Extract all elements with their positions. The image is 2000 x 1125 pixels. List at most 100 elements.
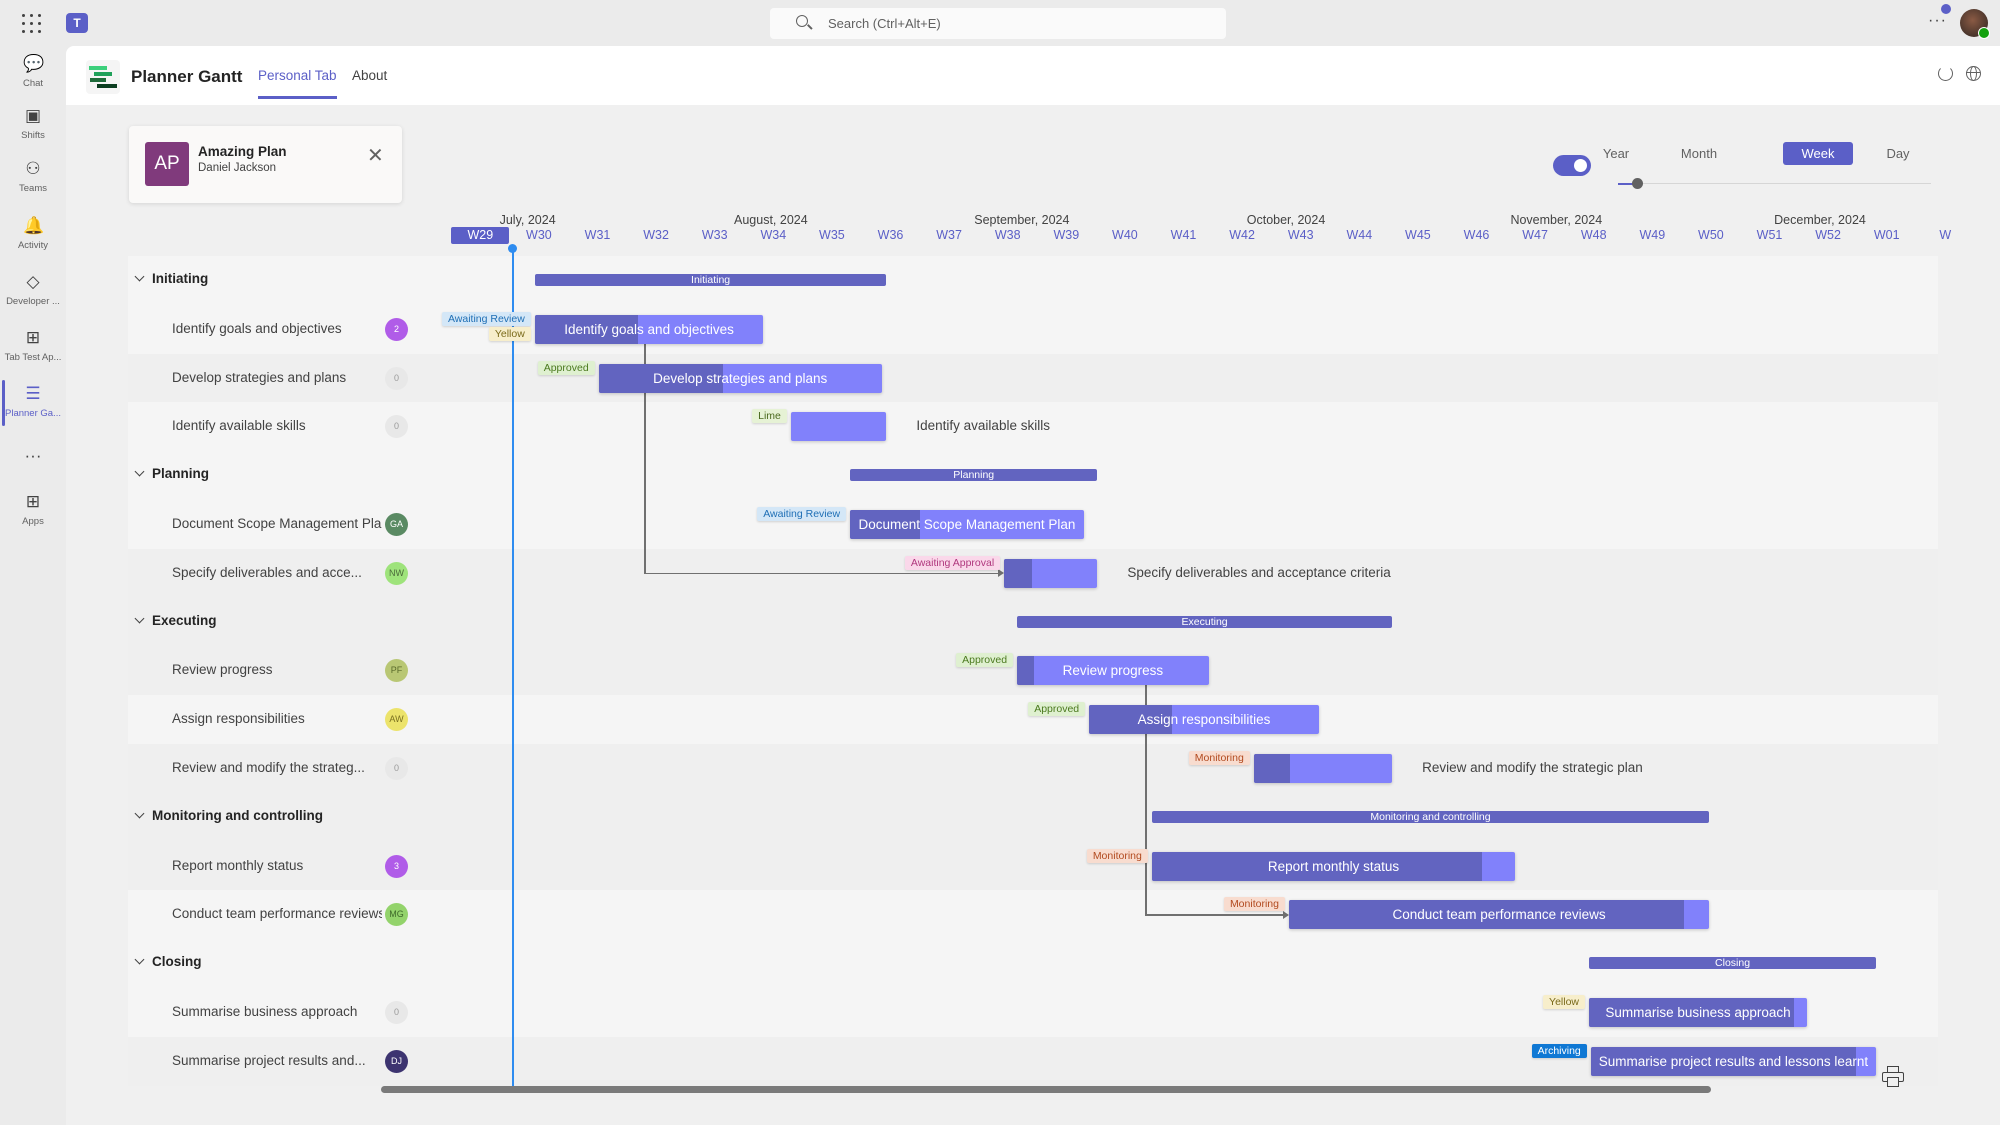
task-bar[interactable]: Assign responsibilities bbox=[1089, 705, 1319, 735]
week-label[interactable]: W45 bbox=[1389, 227, 1447, 244]
rail-item-apps[interactable]: ⊞ Apps bbox=[0, 492, 66, 527]
week-label[interactable]: W01 bbox=[1858, 227, 1916, 244]
rail-item-tab-test-ap[interactable]: ⊞ Tab Test Ap... bbox=[0, 328, 66, 363]
week-label[interactable]: W31 bbox=[569, 227, 627, 244]
user-avatar[interactable] bbox=[1960, 9, 1990, 39]
week-label[interactable]: W48 bbox=[1565, 227, 1623, 244]
assignee-count-badge[interactable]: 0 bbox=[385, 366, 408, 390]
task-bar[interactable]: Summarise project results and lessons le… bbox=[1590, 1046, 1877, 1076]
search-input[interactable]: Search (Ctrl+Alt+E) bbox=[770, 8, 1226, 39]
assignee-count-badge[interactable]: 0 bbox=[385, 1001, 408, 1024]
assignee-avatar[interactable]: DJ bbox=[385, 1049, 408, 1073]
summary-bar[interactable]: Initiating bbox=[534, 274, 887, 286]
week-label[interactable]: W34 bbox=[744, 227, 802, 244]
task-row[interactable]: Develop strategies and plans 0 bbox=[128, 353, 1938, 403]
summary-bar[interactable]: Monitoring and controlling bbox=[1151, 810, 1710, 823]
more-icon[interactable]: ··· bbox=[1928, 12, 1947, 30]
chevron-down-icon[interactable] bbox=[134, 466, 145, 477]
horizontal-scrollbar[interactable] bbox=[381, 1086, 1711, 1093]
view-toggle[interactable] bbox=[1553, 155, 1591, 176]
group-name: Monitoring and controlling bbox=[152, 807, 323, 823]
week-label[interactable]: W bbox=[1916, 227, 1974, 244]
chat-icon: 💬 bbox=[23, 54, 45, 73]
globe-icon[interactable] bbox=[1966, 66, 1981, 81]
week-label[interactable]: W42 bbox=[1213, 227, 1271, 244]
assignee-avatar[interactable]: NW bbox=[385, 561, 408, 585]
today-marker bbox=[508, 244, 518, 253]
rail-item-planner-ga[interactable]: ☰ Planner Ga... bbox=[0, 380, 66, 426]
week-label[interactable]: W37 bbox=[920, 227, 978, 244]
task-row[interactable]: Identify goals and objectives 2 bbox=[128, 304, 1938, 354]
scale-year-button[interactable]: Year bbox=[1593, 142, 1639, 165]
zoom-slider-thumb[interactable] bbox=[1631, 178, 1643, 189]
tab-about[interactable]: About bbox=[352, 68, 387, 83]
week-label[interactable]: W30 bbox=[510, 227, 568, 244]
label-tag: Awaiting Approval bbox=[904, 555, 1001, 570]
scale-day-button[interactable]: Day bbox=[1877, 142, 1919, 165]
apps-grid-icon: ⊞ bbox=[25, 328, 41, 347]
week-label[interactable]: W43 bbox=[1272, 227, 1330, 244]
chevron-down-icon[interactable] bbox=[134, 271, 145, 282]
close-icon[interactable]: ✕ bbox=[367, 146, 384, 166]
task-bar[interactable]: Summarise business approach bbox=[1589, 998, 1807, 1027]
refresh-icon[interactable] bbox=[1938, 66, 1953, 81]
assignee-count-badge[interactable]: 0 bbox=[385, 415, 408, 439]
task-bar[interactable] bbox=[1004, 558, 1098, 588]
summary-bar[interactable]: Planning bbox=[850, 469, 1098, 482]
task-bar[interactable] bbox=[790, 412, 887, 442]
zoom-slider-track[interactable] bbox=[1618, 183, 1931, 184]
week-label[interactable]: W51 bbox=[1741, 227, 1799, 244]
planner-gantt-icon: ☰ bbox=[25, 384, 41, 403]
app-launcher-icon[interactable] bbox=[22, 14, 42, 34]
assignee-count-badge[interactable]: 0 bbox=[385, 757, 408, 780]
week-label[interactable]: W33 bbox=[686, 227, 744, 244]
assignee-avatar[interactable]: AW bbox=[385, 708, 408, 732]
week-label[interactable]: W29 bbox=[451, 227, 510, 244]
chevron-down-icon[interactable] bbox=[134, 613, 145, 624]
group-row[interactable]: Initiating bbox=[128, 256, 1938, 305]
task-row[interactable]: Review and modify the strateg... 0 bbox=[128, 744, 1938, 793]
task-bar[interactable]: Document Scope Management Plan bbox=[850, 510, 1084, 539]
assignee-count-badge[interactable]: 3 bbox=[385, 854, 408, 878]
week-label[interactable]: W50 bbox=[1682, 227, 1740, 244]
task-bar[interactable]: Review progress bbox=[1017, 656, 1209, 686]
assignee-avatar[interactable]: MG bbox=[385, 903, 408, 927]
week-label[interactable]: W52 bbox=[1799, 227, 1857, 244]
week-label[interactable]: W32 bbox=[627, 227, 685, 244]
scale-week-button[interactable]: Week bbox=[1783, 142, 1853, 165]
rail-item-activity[interactable]: 🔔 Activity bbox=[0, 216, 66, 251]
week-label[interactable]: W39 bbox=[1037, 227, 1095, 244]
task-bar[interactable]: Identify goals and objectives bbox=[534, 314, 764, 344]
week-label[interactable]: W44 bbox=[1330, 227, 1388, 244]
week-label[interactable]: W38 bbox=[979, 227, 1037, 244]
rail-item-more[interactable]: ··· bbox=[0, 446, 66, 470]
rail-item-chat[interactable]: 💬 Chat bbox=[0, 54, 66, 89]
summary-bar[interactable]: Executing bbox=[1017, 615, 1393, 628]
chevron-down-icon[interactable] bbox=[134, 954, 145, 965]
task-bar[interactable]: Report monthly status bbox=[1151, 851, 1516, 881]
task-row[interactable]: Report monthly status 3 bbox=[128, 841, 1938, 891]
week-label[interactable]: W41 bbox=[1155, 227, 1213, 244]
print-icon[interactable] bbox=[1882, 1066, 1904, 1088]
task-bar[interactable] bbox=[1253, 754, 1393, 783]
week-label[interactable]: W40 bbox=[1096, 227, 1154, 244]
app-rail: 💬 Chat ▣ Shifts ⚇ Teams 🔔 Activity ◇ Developer ..… bbox=[0, 46, 66, 1125]
week-label[interactable]: W46 bbox=[1448, 227, 1506, 244]
chevron-down-icon[interactable] bbox=[134, 808, 145, 819]
week-label[interactable]: W49 bbox=[1623, 227, 1681, 244]
week-label[interactable]: W47 bbox=[1506, 227, 1564, 244]
plan-card[interactable]: AP Amazing Plan Daniel Jackson ✕ bbox=[129, 126, 402, 203]
tab-personal-tab[interactable]: Personal Tab bbox=[258, 68, 337, 99]
assignee-count-badge[interactable]: 2 bbox=[385, 317, 408, 341]
task-bar[interactable]: Conduct team performance reviews bbox=[1288, 900, 1710, 930]
rail-item-developer[interactable]: ◇ Developer ... bbox=[0, 272, 66, 307]
assignee-avatar[interactable]: GA bbox=[385, 513, 408, 536]
week-label[interactable]: W35 bbox=[803, 227, 861, 244]
task-bar[interactable]: Develop strategies and plans bbox=[598, 363, 882, 393]
scale-month-button[interactable]: Month bbox=[1670, 142, 1728, 165]
rail-item-shifts[interactable]: ▣ Shifts bbox=[0, 106, 66, 141]
summary-bar[interactable]: Closing bbox=[1589, 957, 1877, 970]
rail-item-teams[interactable]: ⚇ Teams bbox=[0, 159, 66, 194]
assignee-avatar[interactable]: PF bbox=[385, 659, 408, 683]
week-label[interactable]: W36 bbox=[862, 227, 920, 244]
